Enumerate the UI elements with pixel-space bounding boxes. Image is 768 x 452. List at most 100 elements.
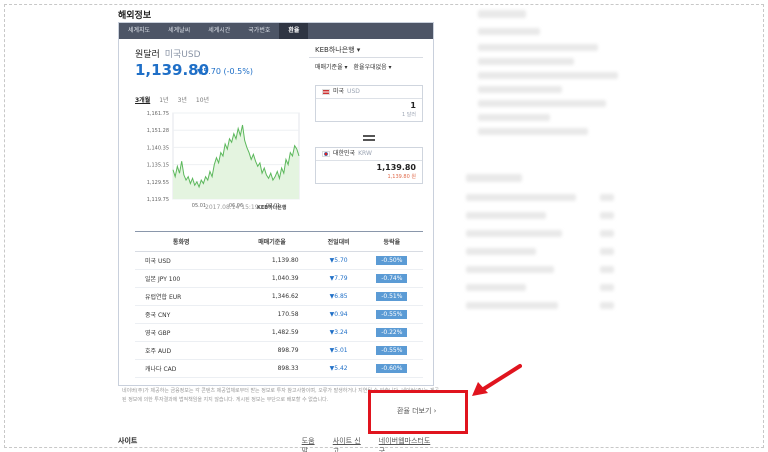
chart-y-tick: 1,135.15 [147,163,169,169]
period-3-months[interactable]: 3개월 [135,95,150,104]
base-rate-cell: 1,346.62 [227,287,317,306]
change-rate-badge: -0.74% [376,274,408,283]
blurred-content [478,72,618,79]
table-row[interactable]: 일본 JPY 100 1,040.39 ▼7.79 -0.74% [135,269,423,288]
blurred-content [600,194,614,201]
table-row[interactable]: 호주 AUD 898.79 ▼5.01 -0.55% [135,341,423,360]
base-rate-cell: 1,482.59 [227,323,317,342]
blurred-content [466,174,522,182]
blurred-content [466,248,536,255]
converter-from-value[interactable]: 1 [316,99,422,110]
tab-exchange-rate[interactable]: 환율 [279,23,309,39]
currency-name-cell: 미국 USD [135,251,228,270]
converter-from-unit: 1 달러 [402,112,416,118]
blurred-content [466,194,576,201]
change-rate-badge: -0.60% [376,364,408,373]
header-base-rate: 매매기준율 [227,231,317,252]
blurred-content [478,86,562,93]
change-cell: ▼5.70 [316,251,361,270]
exchange-rate-chart: 1,161.75 1,151.28 1,140.35 1,135.15 1,129.55… [147,111,300,209]
converter-to: 대한민국 KRW 1,139.80 1,139.80 원 [315,147,423,184]
widget-tabs: 세계지도 세계날씨 세계시간 국가번호 환율 [119,23,433,39]
blurred-content [466,212,546,219]
chart-y-tick: 1,151.28 [147,128,169,134]
change-cell: ▼6.85 [316,287,361,306]
change-rate-cell: -0.55% [360,341,423,360]
base-rate-cell: 1,040.39 [227,269,317,288]
change-rate-cell: -0.50% [360,251,423,270]
currency-name: 원달러 [135,50,160,60]
table-row[interactable]: 유럽연합 EUR 1,346.62 ▼6.85 -0.51% [135,287,423,306]
converter-from-currency-select[interactable]: 미국 USD [316,86,422,99]
footer-help-link[interactable]: 도움말 [302,436,321,452]
tab-world-weather[interactable]: 세계날씨 [159,23,199,39]
blurred-content [478,114,550,121]
tab-world-time[interactable]: 세계시간 [199,23,239,39]
currency-name-sub: 미국USD [164,50,201,60]
chart-y-tick: 1,161.75 [147,111,169,117]
change-cell: ▼0.94 [316,305,361,324]
currency-name-cell: 유럽연합 EUR [135,287,228,306]
footer-webmaster-link[interactable]: 네이버웹마스터도구 [379,436,436,452]
blurred-content [600,284,614,291]
converter-to-currency-select[interactable]: 대한민국 KRW [316,148,422,161]
change-rate-badge: -0.55% [376,310,408,319]
converter-to-value[interactable]: 1,139.80 [316,161,422,172]
chart-timestamp: 2017.08.14 15:19 [205,204,259,211]
period-3-years[interactable]: 3년 [178,95,187,104]
table-header-row: 통화명 매매기준율 전일대비 등락율 [135,231,423,252]
change-cell: ▼5.01 [316,341,361,360]
footer-title: 사이트 [118,437,138,445]
header-change-rate: 등락율 [360,231,423,252]
blurred-content [478,10,526,18]
table-row[interactable]: 미국 USD 1,139.80 ▼5.70 -0.50% [135,251,423,270]
chart-y-tick: 1,129.55 [147,180,169,186]
currency-name-cell: 중국 CNY [135,305,228,324]
preferential-rate-select[interactable]: 환율우대없음 ▾ [348,61,392,75]
converter-to-label: 대한민국 [333,150,356,157]
exchange-rate-table: 통화명 매매기준율 전일대비 등락율 미국 USD 1,139.80 ▼5.70 -0… [135,231,423,378]
base-rate-cell: 170.58 [227,305,317,324]
change-rate-cell: -0.74% [360,269,423,288]
change-rate-badge: -0.22% [376,328,408,337]
blurred-content [478,128,588,135]
annotation-highlight-box [368,390,468,434]
converter-from-code: USD [347,88,360,95]
converter-to-code: KRW [358,150,372,157]
footer-report-link[interactable]: 사이트 신고 [333,436,367,452]
base-rate-cell: 898.33 [227,359,317,378]
blurred-content [600,230,614,237]
blurred-content [600,212,614,219]
header-change: 전일대비 [316,231,361,252]
tab-world-map[interactable]: 세계지도 [119,23,159,39]
change-cell: ▼3.24 [316,323,361,342]
base-rate-cell: 1,139.80 [227,251,317,270]
period-10-years[interactable]: 10년 [196,95,209,104]
blurred-content [600,266,614,273]
blurred-content [600,248,614,255]
annotation-arrow-icon [472,364,522,396]
chart-bank-logo: KEB하나은행 [257,205,287,211]
rate-basis-select[interactable]: 매매기준율 ▾ [309,61,348,75]
chart-y-tick: 1,140.35 [147,145,169,151]
site-footer: 사이트 도움말 사이트 신고 네이버웹마스터도구 [118,436,448,452]
equals-icon [363,135,375,141]
change-rate-badge: -0.51% [376,292,408,301]
currency-name-cell: 일본 JPY 100 [135,269,228,288]
currency-title: 원달러 미국USD [135,47,201,60]
change-cell: ▼7.79 [316,269,361,288]
tab-country-code[interactable]: 국가번호 [239,23,279,39]
change-rate-cell: -0.22% [360,323,423,342]
converter-from-label: 미국 [333,88,345,95]
period-1-year[interactable]: 1년 [159,95,168,104]
table-row[interactable]: 중국 CNY 170.58 ▼0.94 -0.55% [135,305,423,324]
blurred-content [478,28,540,35]
currency-name-cell: 캐나다 CAD [135,359,228,378]
blurred-content [466,266,554,273]
table-row[interactable]: 영국 GBP 1,482.59 ▼3.24 -0.22% [135,323,423,342]
table-row[interactable]: 캐나다 CAD 898.33 ▼5.42 -0.60% [135,359,423,378]
bank-select[interactable]: KEB하나은행 ▾ [309,44,423,58]
blurred-content [478,58,574,65]
blurred-content [466,302,558,309]
rate-change: ▼5.70 (-0.5%) [197,67,253,76]
